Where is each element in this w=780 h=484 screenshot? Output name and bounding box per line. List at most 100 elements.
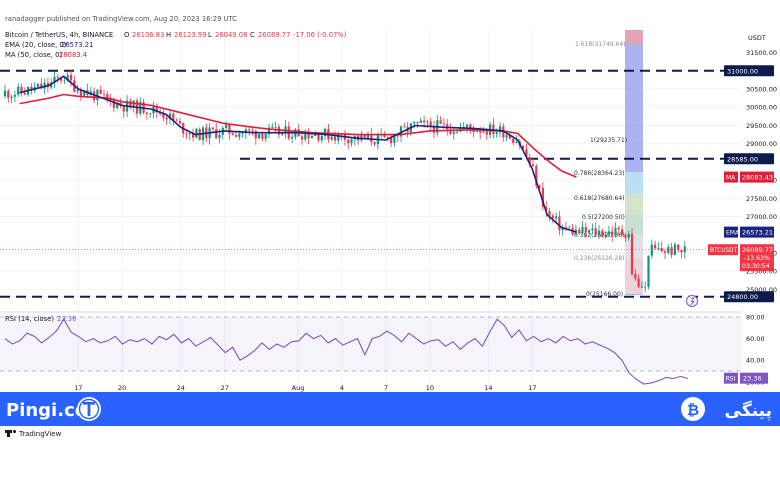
- rsi-tick: 40.00: [746, 357, 765, 365]
- candle-body: [178, 121, 181, 124]
- candle-body: [10, 96, 13, 98]
- price-axis-currency: USDT: [748, 34, 766, 42]
- candle-body: [145, 112, 148, 114]
- candle-body: [640, 286, 643, 288]
- fib-label-f1618: 1.618(31749.64): [575, 41, 626, 48]
- candle-body: [7, 90, 10, 98]
- fib-0618-band: [625, 194, 643, 214]
- rsi-legend-label[interactable]: RSI (14, close): [5, 315, 54, 323]
- chart-page: 1.618(31749.64) 1(29235.71) 0.786(28364.23…: [0, 0, 780, 480]
- candle-body: [300, 136, 304, 140]
- candle-body: [403, 126, 406, 128]
- candle-body: [452, 131, 455, 134]
- candle-body: [264, 134, 267, 139]
- candle-body: [670, 247, 673, 255]
- candle-body: [654, 244, 657, 249]
- candle-body: [271, 126, 274, 128]
- trading-chart[interactable]: 1.618(31749.64) 1(29235.71) 0.786(28364.23…: [0, 0, 780, 480]
- support-24800-tag-text: 24800.00: [727, 293, 758, 301]
- candle-body: [3, 90, 7, 97]
- candle-body: [234, 135, 238, 137]
- candle-body: [677, 244, 680, 250]
- candle-body: [423, 120, 426, 122]
- tradingview-wordmark: TradingView: [18, 430, 62, 438]
- time-tick: 17: [74, 384, 82, 392]
- candle-body: [310, 135, 313, 139]
- candle-body: [195, 128, 198, 138]
- rsi-tag-label: RSI: [726, 376, 736, 383]
- ma-tag-value: 28083.43: [742, 174, 773, 182]
- candle-body: [330, 136, 333, 140]
- candle-body: [485, 131, 488, 135]
- candle-body: [350, 139, 353, 144]
- fib-label-f05: 0.5(27200.50): [582, 214, 625, 221]
- ohlc-o-label: O: [124, 31, 129, 39]
- candle-body: [102, 93, 106, 95]
- publisher-line: ranadagger published on TradingView.com,…: [5, 15, 237, 23]
- candle-body: [432, 126, 436, 133]
- candle-body: [13, 94, 16, 97]
- candle-body: [680, 249, 683, 253]
- fib-label-f1: 1(29235.71): [590, 137, 627, 144]
- candle-body: [149, 113, 152, 115]
- time-tick: 24: [177, 384, 185, 392]
- candle-body: [442, 123, 445, 125]
- candle-body: [122, 106, 125, 112]
- time-tick: 17: [528, 384, 536, 392]
- tether-icon: [77, 397, 101, 421]
- candle-body: [663, 251, 667, 253]
- candle-body: [79, 90, 82, 96]
- candle-body: [479, 131, 482, 133]
- candle-body: [261, 133, 264, 139]
- candle-body: [419, 120, 422, 123]
- rsi-tag-value: 23.36: [743, 375, 762, 383]
- candle-body: [683, 246, 686, 253]
- ohlc-h-label: H: [166, 31, 171, 39]
- price-tick: 29000.00: [746, 140, 777, 148]
- bitcoin-icon: ₿: [681, 397, 705, 421]
- rsi-tick: 80.00: [746, 314, 765, 322]
- fib-label-f0236: 0.236(26126.28): [574, 255, 625, 262]
- candle-body: [644, 286, 647, 288]
- candle-body: [621, 229, 624, 235]
- candle-body: [231, 133, 234, 136]
- candle-body: [512, 138, 515, 143]
- ema-legend-value: 26573.21: [61, 41, 93, 49]
- fibonacci-retracement[interactable]: [625, 30, 643, 295]
- candle-body: [416, 121, 419, 123]
- candle-body: [555, 216, 558, 219]
- candle-body: [568, 227, 571, 229]
- ohlc-o: 26106.83: [132, 31, 164, 39]
- ema-legend-label[interactable]: EMA (20, close, 0): [5, 41, 67, 49]
- replay-icon[interactable]: [686, 295, 698, 307]
- candle-body: [548, 210, 551, 216]
- candle-body: [601, 230, 604, 237]
- ohlc-values: O 26106.83 H 26123.99 L 26049.08 C 26089…: [124, 31, 347, 39]
- candle-body: [76, 90, 79, 92]
- candle-body: [175, 120, 178, 122]
- ema-tag-label: EMA: [726, 230, 740, 237]
- candle-body: [248, 129, 251, 131]
- candle-body: [482, 131, 485, 133]
- candle-body: [617, 227, 620, 230]
- time-tick: 27: [221, 384, 229, 392]
- candle-body: [558, 216, 561, 231]
- ohlc-l-label: L: [208, 31, 212, 39]
- ohlc-h: 26123.99: [174, 31, 206, 39]
- price-tick: 29500.00: [746, 122, 777, 130]
- candle-body: [188, 132, 191, 135]
- ohlc-c-label: C: [250, 31, 255, 39]
- candle-body: [112, 99, 115, 108]
- ma-legend-label[interactable]: MA (50, close, 0): [5, 51, 62, 59]
- site-name[interactable]: Pingi.co: [6, 400, 87, 421]
- candle-body: [373, 142, 376, 145]
- candle-body: [238, 133, 241, 137]
- candle-body: [597, 230, 601, 235]
- candle-body: [69, 74, 73, 81]
- last-symbol: BTCUSDT: [710, 248, 738, 254]
- time-tick: 20: [118, 384, 126, 392]
- candle-body: [36, 83, 40, 87]
- rsi-band: [0, 317, 742, 371]
- brand-banner: Pingi.co ₿ پینگی: [0, 392, 780, 426]
- candle-body: [624, 234, 627, 238]
